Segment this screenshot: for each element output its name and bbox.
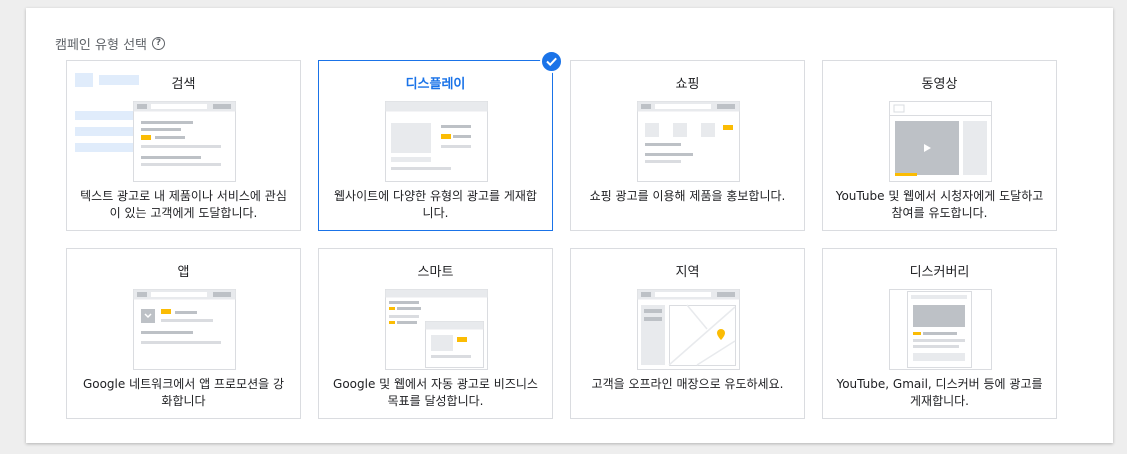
discovery-illustration-icon [889,289,992,370]
card-title: 디스커버리 [909,265,970,280]
campaign-card-app[interactable]: 앱 Google 네트워크에서 앱 프로모션을 강화합니다 [66,248,301,419]
selected-check-icon [540,50,563,73]
search-illustration-icon [133,101,236,182]
shopping-illustration-icon [637,101,740,182]
section-title: 캠페인 유형 선택 [55,38,147,53]
card-title: 쇼핑 [675,77,700,92]
card-title: 디스플레이 [405,77,466,92]
card-title: 동영상 [921,77,958,92]
card-description: Google 네트워크에서 앱 프로모션을 강화합니다 [82,377,285,408]
campaign-card-search[interactable]: 검색 텍스트 광고로 내 제품이나 서비스에 관심이 있는 고객에게 도달합니다… [66,60,301,231]
local-illustration-icon [637,289,740,370]
card-description: 쇼핑 광고를 이용해 제품을 홍보합니다. [589,189,786,203]
card-title: 검색 [171,77,196,92]
campaign-type-panel: 캠페인 유형 선택 ? 검색 텍스트 광고로 내 제품이나 서비스에 관심이 있… [26,8,1113,443]
campaign-card-display[interactable]: 디스플레이 웹사이트에 다양한 유형의 광고를 게재합니다. [318,50,563,231]
campaign-card-shopping[interactable]: 쇼핑 쇼핑 광고를 이용해 제품을 홍보합니다. [570,60,805,231]
card-title: 앱 [177,265,190,280]
smart-illustration-icon [385,289,488,370]
card-description: 웹사이트에 다양한 유형의 광고를 게재합니다. [334,189,537,220]
campaign-card-discovery[interactable]: 디스커버리 YouTube, Gmail, 디스커버 등에 광고를 게재합니다. [822,248,1057,419]
video-illustration-icon [889,101,992,182]
campaign-card-smart[interactable]: 스마트 Google 및 웹에서 자동 광고로 비즈니스 목표를 달성합니다. [318,248,553,419]
section-heading: 캠페인 유형 선택 ? [55,34,165,53]
card-description: YouTube 및 웹에서 시청자에게 도달하고 참여를 유도합니다. [835,189,1044,220]
card-title: 지역 [675,265,700,280]
campaign-card-local[interactable]: 지역 고객을 오프라인 매장으로 유도하세요. [570,248,805,419]
card-title: 스마트 [417,265,454,280]
card-description: 고객을 오프라인 매장으로 유도하세요. [591,377,784,391]
card-description: 텍스트 광고로 내 제품이나 서비스에 관심이 있는 고객에게 도달합니다. [80,189,287,220]
app-illustration-icon [133,289,236,370]
help-icon[interactable]: ? [152,37,165,50]
display-illustration-icon [385,101,488,182]
campaign-card-video[interactable]: 동영상 YouTube 및 웹에서 시청자에게 도달하고 참여를 유도합니다. [822,60,1057,231]
card-description: Google 및 웹에서 자동 광고로 비즈니스 목표를 달성합니다. [333,377,538,408]
card-description: YouTube, Gmail, 디스커버 등에 광고를 게재합니다. [836,377,1043,408]
